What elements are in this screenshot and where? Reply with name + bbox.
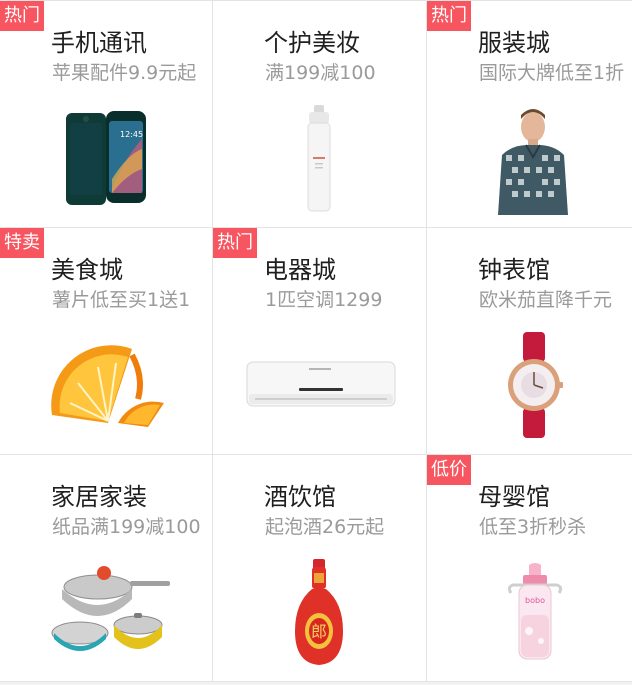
- category-title: 个护美妆: [264, 29, 360, 57]
- low-price-badge: 低价: [427, 455, 471, 485]
- category-subtitle: 欧米茄直降千元: [479, 289, 613, 311]
- category-card-food[interactable]: 特卖 美食城 薯片低至买1送1: [0, 228, 213, 455]
- shirt-model-icon: [498, 109, 568, 215]
- category-subtitle: 苹果配件9.9元起: [52, 62, 197, 84]
- category-subtitle: 纸品满199减100: [52, 516, 201, 538]
- category-title: 钟表馆: [478, 256, 550, 284]
- baby-bottle-brand-mark: bobo: [525, 596, 545, 605]
- category-card-home[interactable]: 家居家装 纸品满199减100: [0, 455, 213, 682]
- sale-badge: 特卖: [0, 228, 44, 258]
- liquor-label-mark: 郎: [311, 622, 327, 641]
- category-subtitle: 国际大牌低至1折: [479, 62, 625, 84]
- air-conditioner-icon: [246, 361, 396, 407]
- baby-bottle-icon: bobo: [507, 563, 563, 660]
- category-title: 酒饮馆: [264, 483, 336, 511]
- category-card-beauty[interactable]: 个护美妆 满199减100: [213, 1, 427, 228]
- category-subtitle: 满199减100: [265, 62, 376, 84]
- category-subtitle: 低至3折秒杀: [479, 516, 587, 538]
- category-card-watches[interactable]: 钟表馆 欧米茄直降千元: [427, 228, 632, 455]
- hot-badge: 热门: [427, 1, 471, 31]
- category-subtitle: 1匹空调1299: [265, 289, 383, 311]
- category-card-appliances[interactable]: 热门 电器城 1匹空调1299: [213, 228, 427, 455]
- cookware-icon: [51, 566, 170, 651]
- category-title: 电器城: [264, 256, 336, 284]
- category-title: 服装城: [478, 29, 550, 57]
- category-subtitle: 起泡酒26元起: [265, 516, 385, 538]
- category-title: 手机通讯: [51, 29, 147, 57]
- svg-text:12:45: 12:45: [120, 130, 143, 139]
- category-title: 家居家装: [51, 483, 147, 511]
- category-title: 美食城: [51, 256, 123, 284]
- wristwatch-icon: [508, 332, 563, 438]
- category-title: 母婴馆: [478, 483, 550, 511]
- category-card-drinks[interactable]: 酒饮馆 起泡酒26元起 郎: [213, 455, 427, 682]
- liquor-bottle-icon: 郎: [295, 559, 343, 665]
- category-card-baby[interactable]: 低价 母婴馆 低至3折秒杀 bobo: [427, 455, 632, 682]
- category-card-phones[interactable]: 热门 手机通讯 苹果配件9.9元起 12:45: [0, 1, 213, 228]
- category-grid: 热门 手机通讯 苹果配件9.9元起 12:45 个护美妆 满199减100 热门…: [0, 0, 632, 685]
- spray-bottle-icon: [307, 105, 331, 212]
- hot-badge: 热门: [0, 1, 44, 31]
- hot-badge: 热门: [213, 228, 257, 258]
- category-card-apparel[interactable]: 热门 服装城 国际大牌低至1折: [427, 1, 632, 228]
- category-subtitle: 薯片低至买1送1: [52, 289, 191, 311]
- orange-slices-icon: [51, 345, 164, 427]
- smartphone-icon: 12:45: [66, 111, 146, 205]
